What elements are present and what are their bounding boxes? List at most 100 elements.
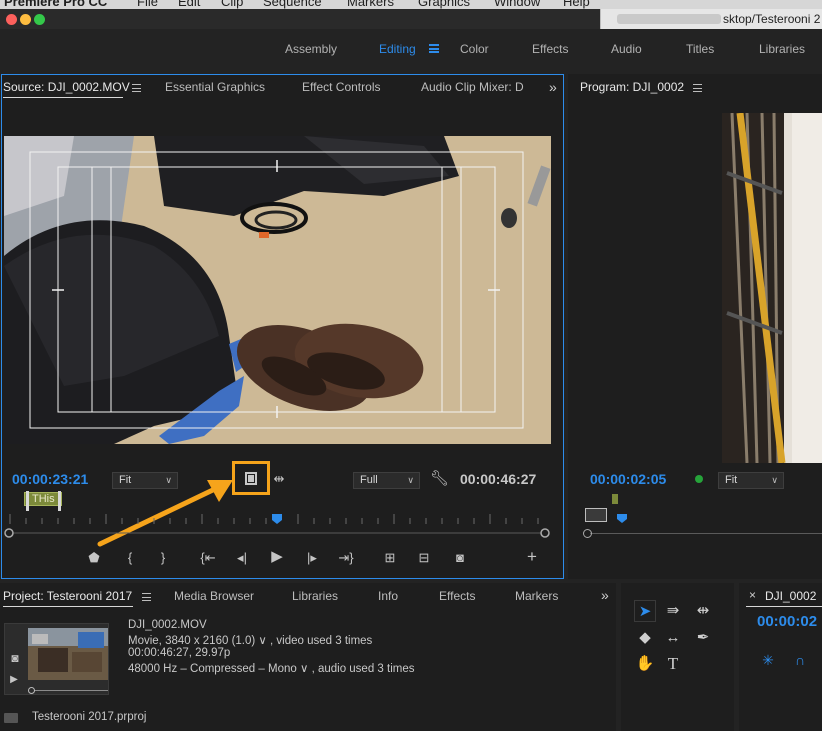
overwrite-button[interactable]: ⊟ [415,550,433,566]
program-timecode[interactable]: 00:00:02:05 [590,471,666,487]
timeline-close-icon[interactable]: × [749,588,756,602]
close-window-button[interactable] [6,14,17,25]
play-button[interactable]: ▶ [268,549,286,565]
program-marker[interactable] [612,494,618,504]
program-video-frame[interactable] [722,113,822,463]
program-scrub-line[interactable] [590,533,822,534]
menu-markers[interactable]: Markers [347,0,394,9]
clip-marker[interactable]: THis [24,492,62,506]
menu-edit[interactable]: Edit [178,0,200,9]
project-panel-menu-icon[interactable] [142,593,151,601]
window-title-bar [0,9,600,29]
project-overflow-icon[interactable]: » [601,587,609,603]
tab-project[interactable]: Project: Testerooni 2017 [3,589,132,603]
ripple-edit-tool[interactable]: ⇹ [692,600,714,622]
program-zoom-handle[interactable] [583,529,592,538]
program-fit-dropdown[interactable]: Fit ∨ [718,472,784,489]
app-menu[interactable]: Premiere Pro CC [4,0,107,9]
snap-icon[interactable]: ✳ [760,652,776,668]
add-marker-button[interactable]: ⬟ [86,550,102,566]
hand-tool[interactable]: ✋ [634,653,656,675]
wrench-icon[interactable]: 🔧︎ [430,471,449,487]
menu-sequence[interactable]: Sequence [263,0,322,9]
status-dot [695,475,703,483]
camera-icon: ◙ [11,651,19,665]
zoom-window-button[interactable] [34,14,45,25]
camera-icon[interactable]: ◙ [451,550,469,566]
workspace-menu-icon[interactable] [429,44,439,53]
minimize-window-button[interactable] [20,14,31,25]
project-tab-underline [3,606,133,607]
source-video-frame[interactable] [4,136,551,444]
timeline-timecode[interactable]: 00:00:02 [757,613,817,630]
insert-button[interactable]: ⊞ [381,550,399,566]
tab-audio-clip-mixer[interactable]: Audio Clip Mixer: D [421,80,524,94]
mark-in-button[interactable]: { [122,550,138,566]
tab-effect-controls[interactable]: Effect Controls [302,80,380,94]
thumbnail-scrub-handle[interactable] [28,687,35,694]
menu-window[interactable]: Window [494,0,540,9]
tab-source[interactable]: Source: DJI_0002.MOV [3,80,130,94]
tab-media-browser[interactable]: Media Browser [174,589,254,603]
clip-video-info: Movie, 3840 x 2160 (1.0) ∨ , video used … [128,635,373,647]
workspace-libraries[interactable]: Libraries [759,42,805,56]
clip-name: DJI_0002.MOV [128,619,207,631]
thumbnail-scrub-bar[interactable] [30,690,108,691]
menu-graphics[interactable]: Graphics [418,0,470,9]
selection-tool[interactable]: ➤ [634,600,656,622]
source-timecode-in[interactable]: 00:00:23:21 [12,471,88,487]
clip-marker-label: THis [32,493,55,505]
type-tool[interactable]: T [662,653,684,675]
insert-overwrite-icon[interactable]: ⇹ [271,471,287,487]
source-timecode-duration: 00:00:46:27 [460,471,537,487]
slip-tool[interactable]: ↔ [662,627,684,649]
track-select-tool[interactable]: ⇛ [662,600,684,622]
program-playhead[interactable] [616,514,628,524]
project-file-icon [4,713,18,723]
redacted-path [617,14,721,24]
program-video-image [722,113,822,463]
pen-tool[interactable]: ✒ [692,627,714,649]
resolution-dropdown[interactable]: Full ∨ [353,472,420,489]
program-in-out-range[interactable] [585,508,607,522]
magnet-icon[interactable]: ∩ [792,652,808,668]
step-forward-button[interactable]: |▸ [303,550,321,566]
program-panel-menu-icon[interactable] [693,84,702,92]
go-to-in-button[interactable]: {⇤ [199,550,217,566]
active-tab-underline [3,97,123,98]
add-button[interactable]: + [524,548,540,565]
path-title-text: sktop/Testerooni 2 [723,12,821,26]
tab-essential-graphics[interactable]: Essential Graphics [165,80,265,94]
play-thumbnail-icon[interactable]: ▶ [7,672,21,688]
mac-menu-bar: Premiere Pro CC File Edit Clip Sequence … [0,0,822,9]
workspace-effects[interactable]: Effects [532,42,568,56]
workspace-audio[interactable]: Audio [611,42,642,56]
source-time-ruler[interactable] [0,506,564,546]
tab-markers[interactable]: Markers [515,589,558,603]
workspace-color[interactable]: Color [460,42,489,56]
workspace-titles[interactable]: Titles [686,42,714,56]
menu-help[interactable]: Help [563,0,590,9]
project-file-name[interactable]: Testerooni 2017.prproj [32,711,146,723]
step-back-button[interactable]: ◂| [233,550,251,566]
timeline-tab[interactable]: DJI_0002 [765,589,816,603]
panel-overflow-icon[interactable]: » [549,79,557,95]
export-frame-icon[interactable] [245,472,257,485]
tab-effects[interactable]: Effects [439,589,475,603]
menu-file[interactable]: File [137,0,158,9]
go-to-out-button[interactable]: ⇥} [337,550,355,566]
workspace-editing[interactable]: Editing [379,42,416,56]
mark-out-button[interactable]: } [155,550,171,566]
razor-tool[interactable]: ◆ [634,627,656,649]
program-title[interactable]: Program: DJI_0002 [580,80,684,94]
panel-menu-icon[interactable] [132,84,141,92]
clip-duration-info: 00:00:46:27, 29.97p [128,647,231,659]
workspace-assembly[interactable]: Assembly [285,42,337,56]
timeline-tab-underline [746,606,822,607]
export-frame-icon-fill [248,475,254,482]
tab-info[interactable]: Info [378,589,398,603]
menu-clip[interactable]: Clip [221,0,243,9]
tab-libraries[interactable]: Libraries [292,589,338,603]
clip-thumbnail-image [28,628,108,680]
chevron-down-icon: ∨ [771,475,778,485]
